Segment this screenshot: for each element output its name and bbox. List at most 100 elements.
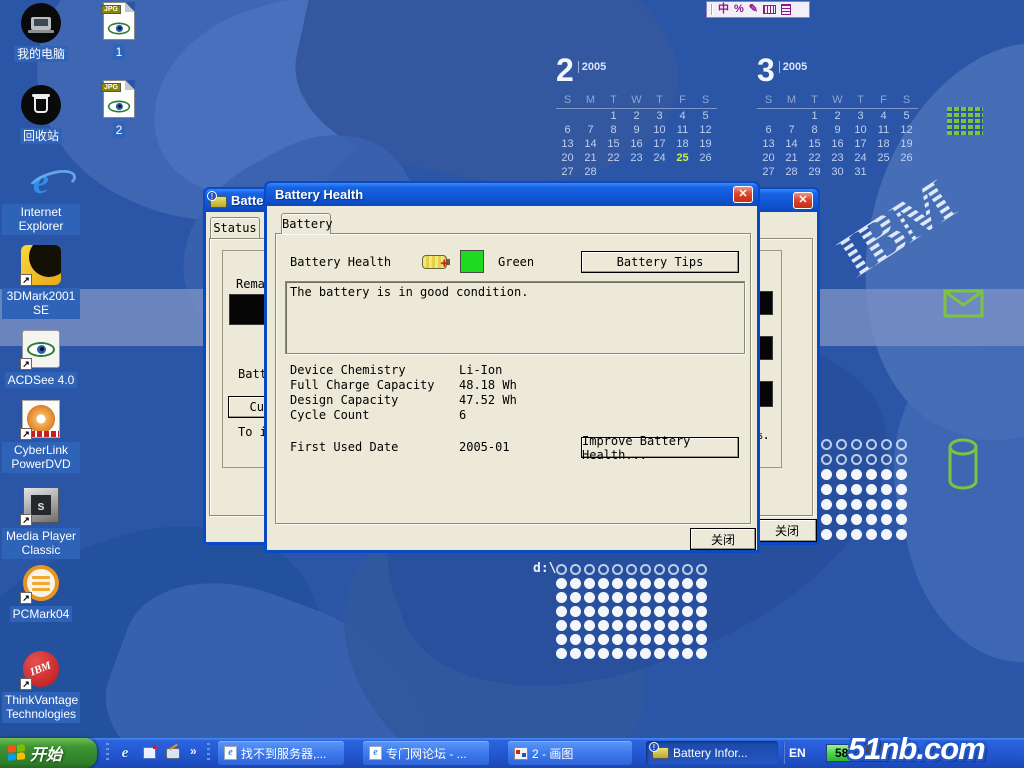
desktop-icon-my-computer[interactable]: 我的电脑 (0, 2, 82, 62)
calendar-day (625, 165, 648, 179)
dot (570, 578, 581, 589)
calendar-day: 27 (757, 165, 780, 179)
calendar-day: 4 (872, 109, 895, 123)
desktop-icon-internet-explorer[interactable]: e Internet Explorer (0, 160, 82, 235)
quick-launch-ie-icon[interactable]: e (117, 745, 133, 761)
language-bar[interactable]: 中 % ✎ (706, 1, 810, 18)
icon-label: Internet Explorer (2, 204, 80, 235)
dot (626, 620, 637, 631)
tab-status[interactable]: Status (210, 217, 260, 238)
calendar-day: 13 (757, 137, 780, 151)
calendar-day: 19 (895, 137, 918, 151)
dot (881, 514, 892, 525)
language-bar-grip[interactable] (711, 4, 713, 15)
dot (896, 439, 907, 450)
close-icon[interactable]: ✕ (733, 186, 753, 203)
ime-pen-icon[interactable]: ✎ (749, 2, 758, 17)
info-value: 6 (459, 408, 466, 423)
calendar-day: 27 (556, 165, 579, 179)
calendar-day: 26 (694, 151, 717, 165)
calendar-day (671, 165, 694, 179)
jpg-file-icon: JPG (98, 0, 140, 42)
calendar-day: 25 (872, 151, 895, 165)
dot (570, 606, 581, 617)
calendar-day: 3 (648, 109, 671, 123)
calendar-weekday: W (826, 93, 849, 109)
calendar-day: 28 (579, 165, 602, 179)
desktop-icon-jpg-1[interactable]: JPG 1 (78, 0, 160, 60)
jpg-file-icon: JPG (98, 78, 140, 120)
language-indicator[interactable]: EN (789, 746, 806, 760)
dot (896, 499, 907, 510)
info-label: Device Chemistry (290, 363, 459, 378)
calendar-day (780, 109, 803, 123)
icon-label: ACDSee 4.0 (5, 372, 78, 388)
ime-keyboard-icon[interactable] (763, 5, 776, 14)
desktop-icon-thinkvantage[interactable]: IBM↗ ThinkVantage Technologies (0, 648, 82, 723)
tab-battery[interactable]: Battery (281, 213, 331, 234)
dot (668, 592, 679, 603)
current-button-fragment[interactable]: Cu (228, 396, 268, 418)
calendar-weekday: F (671, 93, 694, 109)
calendar-day: 8 (602, 123, 625, 137)
ime-mode-icon[interactable]: % (734, 2, 744, 17)
calendar-day: 2 (625, 109, 648, 123)
dot (584, 648, 595, 659)
calendar-month-header: 3 2005 (757, 55, 927, 89)
desktop-icon-acdsee[interactable]: ↗ ACDSee 4.0 (0, 328, 82, 388)
desktop-icon-pcmark04[interactable]: ↗ PCMark04 (0, 562, 82, 622)
close-button[interactable]: 关闭 (690, 528, 756, 550)
ime-menu-icon[interactable] (781, 4, 791, 15)
calendar-day: 14 (579, 137, 602, 151)
dot (896, 514, 907, 525)
dot (556, 592, 567, 603)
improve-battery-health-button[interactable]: Improve Battery Health... (581, 437, 739, 458)
task-label: 找不到服务器,... (241, 745, 326, 762)
taskbar-task-paint[interactable]: 2 - 画图 (508, 741, 632, 765)
taskbar-task-ie[interactable]: e找不到服务器,... (218, 741, 344, 765)
calendar-day: 2 (826, 109, 849, 123)
dot (696, 634, 707, 645)
dot (696, 564, 707, 575)
battery-tips-button[interactable]: Battery Tips (581, 251, 739, 273)
start-button[interactable]: 开始 (0, 738, 97, 768)
info-value: 47.52 Wh (459, 393, 517, 408)
desktop-icon-media-player-classic[interactable]: s↗ Media Player Classic (0, 484, 82, 559)
calendar-day: 18 (872, 137, 895, 151)
dot (696, 648, 707, 659)
dot (821, 469, 832, 480)
taskbar-task-battery[interactable]: !Battery Infor... (646, 741, 778, 765)
close-button-back[interactable]: 关闭 (757, 519, 817, 542)
icon-label: 2 (113, 122, 126, 138)
dot (598, 578, 609, 589)
calendar-grid: SMTWTFS123456789101112131415161718192021… (556, 93, 726, 179)
desktop-icon-recycle-bin[interactable]: 回收站 (0, 84, 82, 144)
dot (598, 648, 609, 659)
ime-chinese-icon[interactable]: 中 (718, 2, 729, 17)
battery-health-titlebar[interactable]: Battery Health ✕ (266, 183, 758, 206)
desktop-icon-powerdvd[interactable]: ↗ CyberLink PowerDVD (0, 398, 82, 473)
quick-launch-show-desktop-icon[interactable] (165, 745, 181, 761)
to-text-fragment: To i (238, 425, 267, 439)
calendar-day: 1 (803, 109, 826, 123)
info-value: Li-Ion (459, 363, 502, 378)
dot (668, 620, 679, 631)
icon-label: 1 (113, 44, 126, 60)
calendar-february: 2 2005 SMTWTFS12345678910111213141516171… (556, 55, 726, 179)
dot (654, 648, 665, 659)
close-icon[interactable]: ✕ (793, 192, 813, 209)
calendar-weekday: T (602, 93, 625, 109)
quick-launch-chevron-icon[interactable]: » (190, 744, 197, 758)
calendar-grid: SMTWTFS123456789101112131415161718192021… (757, 93, 927, 179)
dot (881, 529, 892, 540)
desktop-icon-jpg-2[interactable]: JPG 2 (78, 78, 160, 138)
dot (584, 606, 595, 617)
desktop-icon-3dmark2001[interactable]: ↗ 3DMark2001 SE (0, 244, 82, 319)
calendar-day: 26 (895, 151, 918, 165)
dot (556, 578, 567, 589)
calendar-weekday: S (556, 93, 579, 109)
dot (626, 592, 637, 603)
battery-information-icon: ! (210, 196, 227, 208)
quick-launch-app-icon[interactable] (141, 745, 157, 761)
taskbar-task-ie[interactable]: e专门网论坛 - ... (363, 741, 489, 765)
